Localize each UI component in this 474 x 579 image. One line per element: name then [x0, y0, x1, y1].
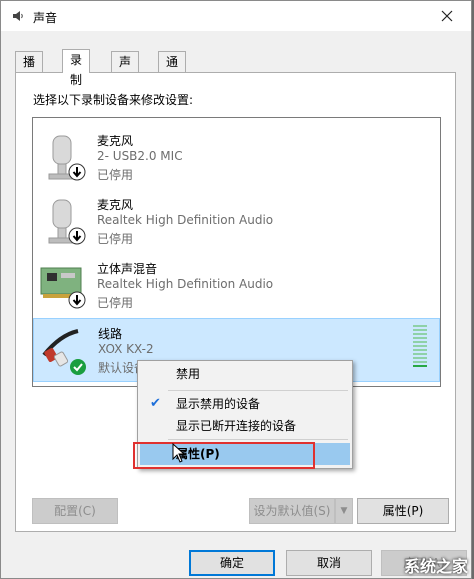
chevron-down-icon: ▼ — [340, 506, 348, 516]
speaker-icon — [13, 11, 23, 21]
menu-item-label: 显示禁用的设备 — [176, 397, 261, 411]
list-item[interactable]: 立体声混音 Realtek High Definition Audio 已停用 — [33, 254, 440, 318]
menu-item-label: 禁用 — [176, 367, 201, 381]
menu-item-show-disconnected[interactable]: 显示已断开连接的设备 — [140, 415, 350, 437]
configure-button[interactable]: 配置(C) — [32, 498, 118, 524]
menu-item-show-disabled[interactable]: ✔ 显示禁用的设备 — [140, 393, 350, 415]
set-default-button[interactable]: 设为默认值(S) — [249, 498, 335, 524]
device-status: 已停用 — [97, 168, 134, 182]
close-button[interactable] — [427, 1, 467, 31]
set-default-dropdown[interactable]: ▼ — [335, 498, 353, 524]
checkmark-icon: ✔ — [150, 396, 161, 411]
title-bar: 声音 — [1, 1, 471, 31]
tab-recording[interactable]: 录制 — [62, 49, 91, 87]
cancel-button[interactable]: 取消 — [286, 550, 372, 576]
menu-separator — [168, 439, 348, 440]
device-name: 麦克风 — [97, 198, 134, 212]
list-item[interactable]: 麦克风 Realtek High Definition Audio 已停用 — [33, 190, 440, 254]
menu-item-label: 显示已断开连接的设备 — [176, 419, 297, 433]
highlight-box — [133, 442, 315, 469]
device-name: 麦克风 — [97, 134, 134, 148]
device-list[interactable]: 麦克风 2- USB2.0 MIC 已停用 麦克风 Realtek High D… — [32, 117, 441, 387]
window-title: 声音 — [33, 11, 58, 25]
tab-playback[interactable]: 播放 — [15, 51, 44, 89]
device-description: Realtek High Definition Audio — [97, 213, 274, 227]
instructions-label: 选择以下录制设备来修改设置: — [33, 93, 194, 107]
sound-dialog: 声音 播放 录制 声音 通信 选择以下录制设备来修改设置: 麦克风 2- USB — [0, 0, 472, 579]
tab-sounds[interactable]: 声音 — [111, 51, 140, 89]
close-icon — [441, 10, 453, 22]
device-name: 线路 — [98, 327, 123, 341]
menu-item-disable[interactable]: 禁用 — [140, 363, 350, 385]
properties-button[interactable]: 属性(P) — [357, 498, 449, 524]
level-meter — [413, 325, 427, 369]
device-status: 已停用 — [97, 232, 134, 246]
mouse-cursor-icon — [172, 443, 186, 463]
menu-separator — [168, 390, 348, 391]
microphone-icon — [48, 135, 86, 181]
ok-button[interactable]: 确定 — [189, 550, 275, 576]
device-name: 立体声混音 — [97, 262, 158, 276]
list-item[interactable]: 麦克风 2- USB2.0 MIC 已停用 — [33, 126, 440, 190]
device-description: 2- USB2.0 MIC — [97, 149, 183, 163]
tab-communications[interactable]: 通信 — [158, 51, 187, 89]
watermark-logo: 系统之家 — [403, 557, 468, 576]
sound-card-icon — [40, 267, 86, 309]
device-description: XOX KX-2 — [98, 342, 154, 356]
microphone-icon — [48, 199, 86, 245]
device-status: 已停用 — [97, 296, 134, 310]
device-description: Realtek High Definition Audio — [97, 277, 274, 291]
line-in-cable-icon — [42, 329, 86, 375]
